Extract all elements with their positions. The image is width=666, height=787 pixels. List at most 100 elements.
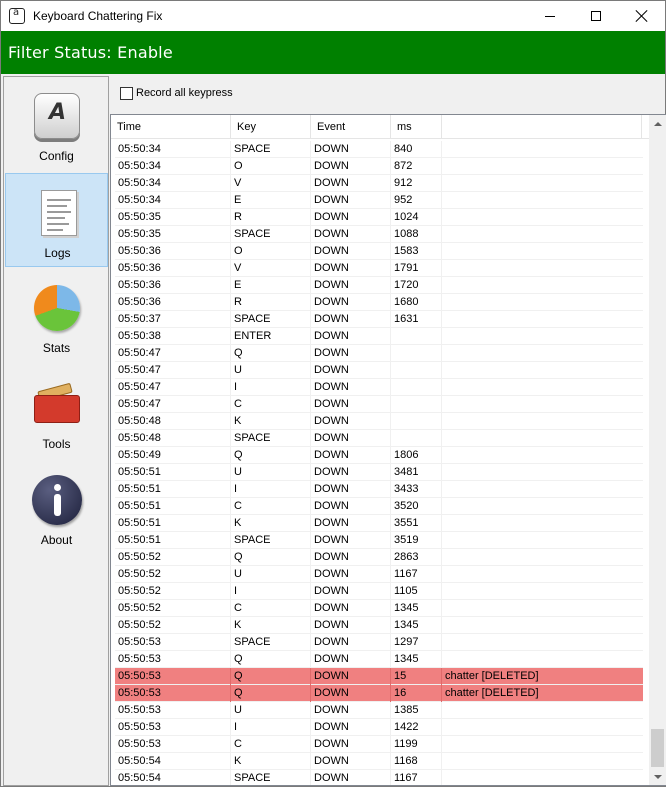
cell-key: SPACE [231,770,311,785]
title-bar[interactable]: Keyboard Chattering Fix [1,1,665,31]
table-row[interactable]: 05:50:51 C DOWN 3520 [115,498,643,515]
table-row[interactable]: 05:50:53 I DOWN 1422 [115,719,643,736]
cell-key: C [231,736,311,753]
table-row[interactable]: 05:50:34 SPACE DOWN 840 [115,141,643,158]
table-row[interactable]: 05:50:47 U DOWN [115,362,643,379]
table-row[interactable]: 05:50:53 Q DOWN 1345 [115,651,643,668]
column-header-ms[interactable]: ms [391,115,442,139]
cell-key: E [231,192,311,209]
table-row-chatter[interactable]: 05:50:53 Q DOWN 15 chatter [DELETED] [115,668,643,685]
cell-event: DOWN [311,430,391,447]
cell-key: K [231,617,311,634]
cell-ms: 3519 [391,532,442,549]
cell-key: K [231,753,311,770]
cell-event: DOWN [311,328,391,345]
sidebar-item-about[interactable]: About [5,461,108,555]
table-row[interactable]: 05:50:54 K DOWN 1168 [115,753,643,770]
table-row[interactable]: 05:50:48 K DOWN [115,413,643,430]
cell-event: DOWN [311,702,391,719]
cell-time: 05:50:53 [115,651,231,668]
cell-note [442,651,643,668]
sidebar-item-logs[interactable]: Logs [5,173,108,267]
cell-ms: 3520 [391,498,442,515]
table-row[interactable]: 05:50:53 C DOWN 1199 [115,736,643,753]
cell-ms: 3551 [391,515,442,532]
table-row[interactable]: 05:50:52 I DOWN 1105 [115,583,643,600]
cell-key: Q [231,447,311,464]
table-row[interactable]: 05:50:34 E DOWN 952 [115,192,643,209]
table-row[interactable]: 05:50:52 U DOWN 1167 [115,566,643,583]
cell-note [442,532,643,549]
scrollbar-thumb[interactable] [651,729,664,767]
cell-ms: 1583 [391,243,442,260]
vertical-scrollbar[interactable] [649,115,666,785]
minimize-button[interactable] [527,1,573,31]
table-row[interactable]: 05:50:53 SPACE DOWN 1297 [115,634,643,651]
table-row[interactable]: 05:50:52 Q DOWN 2863 [115,549,643,566]
cell-note [442,379,643,396]
column-header-event[interactable]: Event [311,115,391,139]
record-all-label: Record all keypress [136,87,233,99]
table-row[interactable]: 05:50:51 K DOWN 3551 [115,515,643,532]
cell-key: R [231,209,311,226]
sidebar-item-tools[interactable]: Tools [5,365,108,459]
table-row[interactable]: 05:50:35 R DOWN 1024 [115,209,643,226]
table-row-chatter[interactable]: 05:50:53 Q DOWN 16 chatter [DELETED] [115,685,643,702]
cell-ms [391,328,442,345]
table-row[interactable]: 05:50:47 C DOWN [115,396,643,413]
sidebar-item-stats[interactable]: Stats [5,269,108,363]
log-list[interactable]: Time Key Event ms 05:50:34 SPACE DOWN 840 05… [110,114,666,786]
cell-event: DOWN [311,141,391,158]
record-all-checkbox[interactable] [120,86,133,100]
table-row[interactable]: 05:50:49 Q DOWN 1806 [115,447,643,464]
table-row[interactable]: 05:50:34 O DOWN 872 [115,158,643,175]
table-row[interactable]: 05:50:52 K DOWN 1345 [115,617,643,634]
table-row[interactable]: 05:50:36 V DOWN 1791 [115,260,643,277]
table-row[interactable]: 05:50:34 V DOWN 912 [115,175,643,192]
cell-note: chatter [DELETED] [445,687,539,699]
column-header-key[interactable]: Key [231,115,311,139]
cell-note [442,515,643,532]
cell-note [442,430,643,447]
table-row[interactable]: 05:50:48 SPACE DOWN [115,430,643,447]
table-row[interactable]: 05:50:47 I DOWN [115,379,643,396]
table-row[interactable]: 05:50:53 U DOWN 1385 [115,702,643,719]
app-icon [9,7,25,24]
table-row[interactable]: 05:50:51 U DOWN 3481 [115,464,643,481]
table-row[interactable]: 05:50:54 SPACE DOWN 1167 [115,770,643,785]
close-button[interactable] [619,1,665,31]
cell-time: 05:50:36 [115,260,231,277]
table-row[interactable]: 05:50:36 R DOWN 1680 [115,294,643,311]
log-rows: 05:50:34 SPACE DOWN 840 05:50:34 O DOWN 872 05:5… [115,141,643,785]
cell-event: DOWN [311,175,391,192]
table-row[interactable]: 05:50:51 SPACE DOWN 3519 [115,532,643,549]
cell-key: Q [231,668,311,685]
cell-ms [391,413,442,430]
scroll-up-arrow-icon[interactable] [649,115,666,132]
cell-event: DOWN [311,549,391,566]
cell-time: 05:50:34 [115,141,231,158]
record-all-option[interactable]: Record all keypress [120,85,233,101]
column-header-time[interactable]: Time [111,115,231,139]
maximize-button[interactable] [573,1,619,31]
cell-ms [391,362,442,379]
cell-key: SPACE [231,141,311,158]
table-row[interactable]: 05:50:38 ENTER DOWN [115,328,643,345]
cell-event: DOWN [311,345,391,362]
cell-event: DOWN [311,379,391,396]
cell-time: 05:50:36 [115,243,231,260]
cell-time: 05:50:52 [115,549,231,566]
sidebar-item-config[interactable]: A Config [5,77,108,171]
keycap-a-icon: A [32,91,82,141]
scroll-down-arrow-icon[interactable] [649,768,666,785]
table-row[interactable]: 05:50:51 I DOWN 3433 [115,481,643,498]
cell-event: DOWN [311,396,391,413]
table-row[interactable]: 05:50:52 C DOWN 1345 [115,600,643,617]
table-row[interactable]: 05:50:36 O DOWN 1583 [115,243,643,260]
table-row[interactable]: 05:50:37 SPACE DOWN 1631 [115,311,643,328]
table-row[interactable]: 05:50:35 SPACE DOWN 1088 [115,226,643,243]
cell-ms [391,430,442,447]
column-header-note[interactable] [442,115,642,139]
table-row[interactable]: 05:50:47 Q DOWN [115,345,643,362]
table-row[interactable]: 05:50:36 E DOWN 1720 [115,277,643,294]
